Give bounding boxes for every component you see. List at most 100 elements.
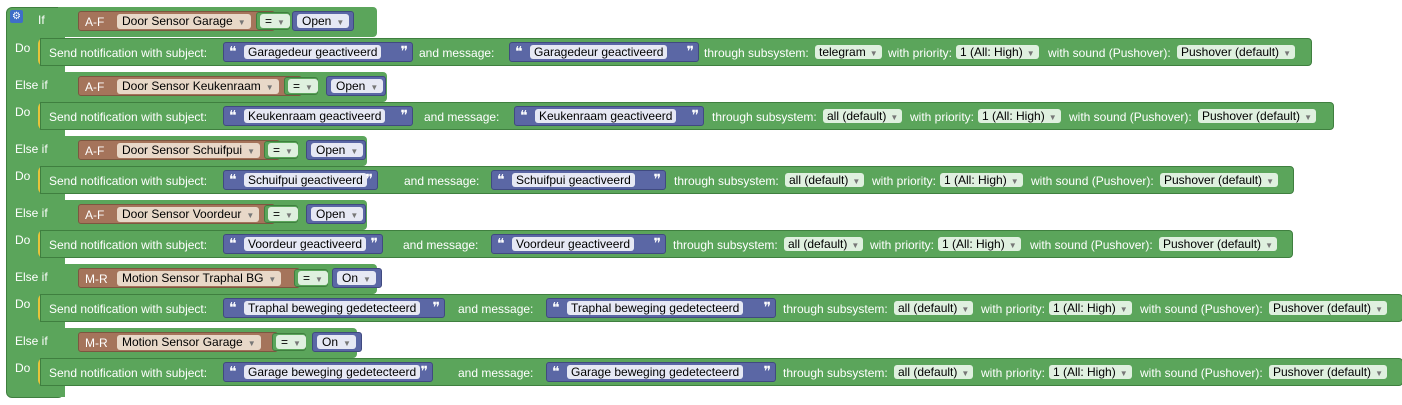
- subsystem-select[interactable]: all (default) ▼: [894, 301, 974, 315]
- message-field[interactable]: Garagedeur geactiveerd: [530, 45, 668, 59]
- state-block[interactable]: Open ▼: [306, 140, 366, 160]
- subject-text-block[interactable]: ❝ Schuifpui geactiveerd ❞: [223, 170, 378, 190]
- notification-block[interactable]: Send notification with subject: ❝ Keukenra…: [40, 102, 1334, 130]
- message-text-block[interactable]: ❝ Garage beweging gedetecteerd ❞: [546, 362, 776, 382]
- gear-icon[interactable]: ⚙: [10, 10, 23, 23]
- message-field[interactable]: Traphal beweging gedetecteerd: [567, 301, 744, 315]
- state-select[interactable]: Open ▼: [331, 79, 384, 93]
- state-select[interactable]: On ▼: [317, 335, 356, 349]
- compare-operator[interactable]: = ▼: [284, 77, 318, 95]
- operator-select[interactable]: = ▼: [288, 79, 318, 93]
- state-block[interactable]: Open ▼: [306, 204, 366, 224]
- sound-select[interactable]: Pushover (default) ▼: [1177, 45, 1295, 59]
- sound-select[interactable]: Pushover (default) ▼: [1269, 365, 1387, 379]
- state-select[interactable]: On ▼: [337, 271, 376, 285]
- device-select-value: Motion Sensor Garage: [122, 335, 243, 349]
- subject-field[interactable]: Garagedeur geactiveerd: [244, 45, 382, 59]
- state-block[interactable]: Open ▼: [292, 11, 354, 31]
- subsystem-select-value: all (default): [788, 237, 848, 251]
- message-text-block[interactable]: ❝ Schuifpui geactiveerd ❞: [491, 170, 666, 190]
- priority-select[interactable]: 1 (All: High) ▼: [938, 237, 1021, 251]
- priority-select[interactable]: 1 (All: High) ▼: [1049, 365, 1132, 379]
- notification-block[interactable]: Send notification with subject: ❝ Garagede…: [40, 38, 1312, 66]
- message-field[interactable]: Voordeur geactiveerd: [512, 237, 635, 251]
- message-text-block[interactable]: ❝ Garagedeur geactiveerd ❞: [509, 42, 699, 62]
- subsystem-select[interactable]: all (default) ▼: [894, 365, 974, 379]
- message-field[interactable]: Schuifpui geactiveerd: [512, 173, 635, 187]
- notification-block[interactable]: Send notification with subject: ❝ Schuifpu…: [40, 166, 1294, 194]
- priority-select[interactable]: 1 (All: High) ▼: [956, 45, 1039, 59]
- message-text-block[interactable]: ❝ Voordeur geactiveerd ❞: [491, 234, 666, 254]
- priority-select-value: 1 (All: High): [1053, 365, 1116, 379]
- subject-text-block[interactable]: ❝ Voordeur geactiveerd ❞: [223, 234, 383, 254]
- subsystem-select-value: all (default): [898, 365, 958, 379]
- subject-text-block[interactable]: ❝ Traphal beweging gedetecteerd ❞: [223, 298, 445, 318]
- device-block[interactable]: M-R Motion Sensor Garage ▼: [78, 332, 278, 352]
- subsystem-select[interactable]: telegram ▼: [815, 45, 882, 59]
- device-block[interactable]: A-F Door Sensor Voordeur ▼: [78, 204, 275, 224]
- operator-select[interactable]: = ▼: [268, 207, 298, 221]
- device-select[interactable]: Door Sensor Garage ▼: [117, 14, 251, 29]
- state-select[interactable]: Open ▼: [311, 207, 364, 221]
- operator-select[interactable]: = ▼: [276, 335, 306, 349]
- compare-operator[interactable]: = ▼: [294, 269, 328, 287]
- sound-select[interactable]: Pushover (default) ▼: [1198, 109, 1316, 123]
- message-text-block[interactable]: ❝ Traphal beweging gedetecteerd ❞: [546, 298, 776, 318]
- operator-select[interactable]: = ▼: [298, 271, 328, 285]
- sound-label: with sound (Pushover):: [1069, 110, 1192, 124]
- subject-text-block[interactable]: ❝ Garage beweging gedetecteerd ❞: [223, 362, 433, 382]
- priority-select[interactable]: 1 (All: High) ▼: [1049, 301, 1132, 315]
- device-select[interactable]: Door Sensor Schuifpui ▼: [117, 143, 260, 158]
- device-select[interactable]: Motion Sensor Traphal BG ▼: [117, 271, 282, 286]
- if-keyword: If: [38, 13, 45, 27]
- device-block[interactable]: A-F Door Sensor Garage ▼: [78, 11, 275, 31]
- message-text-block[interactable]: ❝ Keukenraam geactiveerd ❞: [514, 106, 704, 126]
- message-field[interactable]: Keukenraam geactiveerd: [535, 109, 677, 123]
- priority-select[interactable]: 1 (All: High) ▼: [940, 173, 1023, 187]
- state-block[interactable]: Open ▼: [326, 76, 386, 96]
- state-block[interactable]: On ▼: [312, 332, 362, 352]
- device-select[interactable]: Door Sensor Voordeur ▼: [117, 207, 260, 222]
- subsystem-select[interactable]: all (default) ▼: [785, 173, 865, 187]
- send-label: Send notification with subject:: [49, 366, 208, 380]
- send-label: Send notification with subject:: [49, 46, 208, 60]
- device-block[interactable]: A-F Door Sensor Keukenraam ▼: [78, 76, 302, 96]
- compare-operator[interactable]: = ▼: [272, 333, 306, 351]
- subsystem-label: through subsystem:: [783, 366, 888, 380]
- priority-select[interactable]: 1 (All: High) ▼: [978, 109, 1061, 123]
- chevron-down-icon: ▼: [1375, 305, 1383, 314]
- subject-field[interactable]: Garage beweging gedetecteerd: [244, 365, 421, 379]
- subject-field[interactable]: Voordeur geactiveerd: [244, 237, 367, 251]
- quote-open-icon: ❝: [552, 364, 560, 380]
- sound-select[interactable]: Pushover (default) ▼: [1159, 237, 1277, 251]
- chevron-down-icon: ▼: [1304, 113, 1312, 122]
- compare-operator[interactable]: = ▼: [264, 205, 298, 223]
- notification-block[interactable]: Send notification with subject: ❝ Voordeur…: [40, 230, 1293, 258]
- subsystem-select[interactable]: all (default) ▼: [823, 109, 903, 123]
- subject-text-block[interactable]: ❝ Keukenraam geactiveerd ❞: [223, 106, 413, 126]
- compare-operator[interactable]: = ▼: [256, 12, 290, 30]
- state-select[interactable]: Open ▼: [311, 143, 364, 157]
- sound-select[interactable]: Pushover (default) ▼: [1269, 301, 1387, 315]
- operator-select[interactable]: = ▼: [268, 143, 298, 157]
- state-select[interactable]: Open ▼: [297, 14, 350, 28]
- subject-text-block[interactable]: ❝ Garagedeur geactiveerd ❞: [223, 42, 413, 62]
- message-label: and message:: [424, 110, 500, 124]
- subject-field[interactable]: Traphal beweging gedetecteerd: [244, 301, 421, 315]
- device-select[interactable]: Door Sensor Keukenraam ▼: [117, 79, 279, 94]
- message-field[interactable]: Garage beweging gedetecteerd: [567, 365, 744, 379]
- state-block[interactable]: On ▼: [332, 268, 382, 288]
- device-select[interactable]: Motion Sensor Garage ▼: [117, 335, 261, 350]
- sound-select-value: Pushover (default): [1181, 45, 1280, 59]
- subject-field[interactable]: Schuifpui geactiveerd: [244, 173, 367, 187]
- device-block[interactable]: M-R Motion Sensor Traphal BG ▼: [78, 268, 300, 288]
- notification-block[interactable]: Send notification with subject: ❝ Traphal …: [40, 294, 1402, 322]
- compare-operator[interactable]: = ▼: [264, 141, 298, 159]
- subsystem-label: through subsystem:: [673, 238, 778, 252]
- sound-select[interactable]: Pushover (default) ▼: [1160, 173, 1278, 187]
- subject-field[interactable]: Keukenraam geactiveerd: [244, 109, 386, 123]
- notification-block[interactable]: Send notification with subject: ❝ Garage b…: [40, 358, 1402, 386]
- subsystem-select[interactable]: all (default) ▼: [784, 237, 864, 251]
- device-block[interactable]: A-F Door Sensor Schuifpui ▼: [78, 140, 280, 160]
- operator-select[interactable]: = ▼: [260, 14, 290, 28]
